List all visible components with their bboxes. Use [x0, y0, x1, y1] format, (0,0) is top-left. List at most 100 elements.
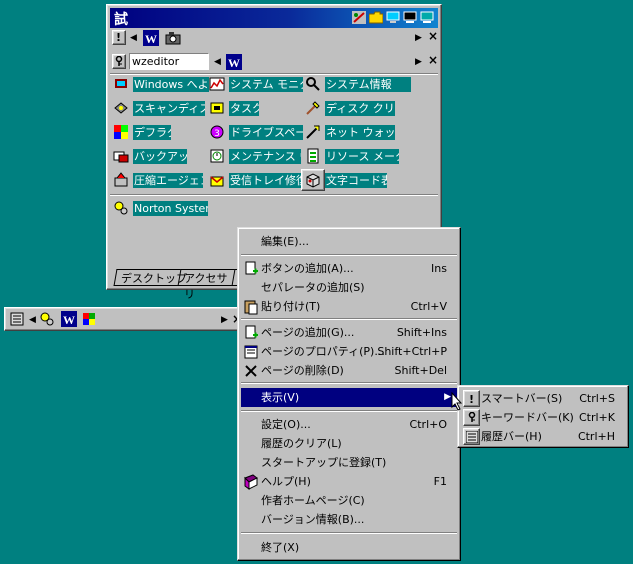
scroll-right-arrow[interactable]: ▶	[415, 56, 422, 68]
launcher-item-label: Norton System Doctor	[133, 201, 208, 216]
menu-label: スマートバー(S)	[481, 392, 563, 405]
scroll-left-arrow[interactable]: ◀	[130, 32, 137, 44]
menu-label: 編集(E)...	[261, 235, 310, 248]
compression-agent-icon	[114, 172, 128, 187]
menu-item-paste[interactable]: 貼り付け(T) Ctrl+V	[241, 297, 457, 316]
backup-icon	[113, 151, 129, 163]
launcher-item-label: リソース メーター	[325, 149, 399, 164]
menu-item-view[interactable]: 表示(V) ▶	[241, 388, 457, 407]
scroll-right-arrow[interactable]: ▶	[221, 314, 228, 326]
menu-item-page-properties[interactable]: ページのプロパティ(P)... Shift+Ctrl+P	[241, 342, 457, 361]
menu-item-exit[interactable]: 終了(X)	[241, 538, 457, 557]
menu-label: 設定(O)...	[261, 418, 311, 431]
launcher-item[interactable]: スキャンディスク	[113, 99, 209, 117]
system-monitor-icon	[209, 77, 225, 91]
launcher-item[interactable]: ディスク クリーンアップ	[305, 99, 401, 117]
launcher-item-label: 圧縮エージェント	[133, 173, 203, 188]
historybar-icon	[463, 428, 480, 445]
launcher-item-label: スキャンディスク	[133, 101, 205, 116]
delete-icon	[245, 365, 257, 377]
keywordbar-icon	[463, 409, 480, 426]
word-icon[interactable]: W	[61, 311, 77, 327]
launcher-item[interactable]: バックアップ	[113, 147, 209, 165]
menu-item-homepage[interactable]: 作者ホームページ(C)	[241, 491, 457, 510]
network-icon[interactable]	[420, 11, 434, 24]
bang-icon: !	[116, 31, 122, 44]
menu-label: ページの削除(D)	[261, 364, 344, 377]
launcher-item-label: ディスク クリーンアップ	[325, 101, 395, 116]
scroll-left-arrow[interactable]: ◀	[29, 314, 36, 326]
launcher-item-label: システム情報	[325, 77, 411, 92]
menu-item-clear-history[interactable]: 履歴のクリア(L)	[241, 434, 457, 453]
launcher-item[interactable]: 3 ドライブスペース	[209, 123, 305, 141]
submenu-item-smartbar[interactable]: ! スマートバー(S) Ctrl+S	[461, 389, 625, 408]
menu-shortcut: Ctrl+K	[578, 411, 615, 424]
launcher-item[interactable]: 受信トレイ修復ツール	[209, 171, 305, 189]
resource-meter-icon	[307, 148, 319, 164]
submenu-item-historybar[interactable]: 履歴バー(H) Ctrl+H	[461, 427, 625, 446]
launcher-item-label: Windows へようこそ	[133, 77, 209, 92]
launcher-item[interactable]: デフラグ	[113, 123, 209, 141]
menu-separator	[241, 254, 457, 256]
mini-toolbar: ◀ W ▶ ×	[4, 307, 242, 331]
menu-item-add-page[interactable]: ページの追加(G)... Shift+Ins	[241, 323, 457, 342]
launcher-item[interactable]: タスク	[209, 99, 305, 117]
keyword-input[interactable]: wzeditor	[129, 53, 209, 70]
menu-label: 履歴のクリア(L)	[261, 437, 342, 450]
menu-item-startup[interactable]: スタートアップに登録(T)	[241, 453, 457, 472]
launcher-item[interactable]: リソース メーター	[305, 147, 401, 165]
launcher-item[interactable]: システム モニタ	[209, 75, 305, 93]
menu-item-edit[interactable]: 編集(E)...	[241, 232, 457, 251]
launcher-item[interactable]: 圧縮エージェント	[113, 171, 209, 189]
view-submenu: ! スマートバー(S) Ctrl+S キーワードバー(K) Ctrl+K 履歴バー(…	[457, 385, 629, 448]
menu-label: 作者ホームページ(C)	[261, 494, 365, 507]
history-icon[interactable]	[9, 311, 25, 327]
welcome-icon	[115, 79, 127, 88]
windows-icon[interactable]	[81, 311, 97, 327]
menu-separator	[241, 382, 457, 384]
launcher-item[interactable]: Windows へようこそ	[113, 75, 209, 93]
launcher-item[interactable]: Norton System Doctor	[113, 199, 209, 217]
inbox-repair-icon	[210, 176, 224, 187]
folder-icon[interactable]	[369, 11, 383, 24]
menu-item-delete-page[interactable]: ページの削除(D) Shift+Del	[241, 361, 457, 380]
close-icon[interactable]: ×	[428, 29, 438, 43]
close-icon[interactable]: ×	[428, 53, 438, 67]
menu-item-add-separator[interactable]: セパレータの追加(S)	[241, 278, 457, 297]
drivespace-icon: 3	[210, 125, 224, 139]
menu-label: ボタンの追加(A)...	[261, 262, 354, 275]
scroll-right-arrow[interactable]: ▶	[415, 32, 422, 44]
menu-label: 表示(V)	[261, 391, 300, 404]
word-icon[interactable]: W	[143, 30, 159, 46]
menu-shortcut: F1	[433, 475, 447, 488]
launcher-item[interactable]: 文字コード表	[305, 171, 401, 189]
launcher-item[interactable]: ネット ウォッチャ	[305, 123, 401, 141]
word-icon[interactable]: W	[226, 54, 242, 70]
menu-shortcut: Ctrl+H	[577, 430, 615, 443]
launcher-item[interactable]: システム情報	[305, 75, 411, 93]
menu-item-settings[interactable]: 設定(O)... Ctrl+O	[241, 415, 457, 434]
tool-icon[interactable]	[352, 11, 366, 24]
computer-icon[interactable]	[403, 11, 417, 24]
menu-shortcut: Shift+Ins	[396, 326, 447, 339]
title-bar[interactable]: 試	[110, 8, 438, 28]
menu-item-help[interactable]: ヘルプ(H) F1	[241, 472, 457, 491]
launcher-item-label: メンテナンス ウィザード	[229, 149, 301, 164]
launcher-item-label: ネット ウォッチャ	[325, 125, 395, 140]
scroll-left-arrow[interactable]: ◀	[214, 56, 221, 68]
launcher-item[interactable]: メンテナンス ウィザード	[209, 147, 305, 165]
menu-label: キーワードバー(K)	[481, 411, 574, 424]
norton-icon	[114, 201, 128, 215]
monitor-icon[interactable]	[386, 11, 400, 24]
help-book-icon	[244, 474, 258, 490]
submenu-item-keywordbar[interactable]: キーワードバー(K) Ctrl+K	[461, 408, 625, 427]
menu-shortcut: Shift+Ctrl+P	[377, 345, 447, 358]
menu-item-version[interactable]: バージョン情報(B)...	[241, 510, 457, 529]
settings-icon[interactable]	[39, 311, 55, 327]
menu-item-add-button[interactable]: ボタンの追加(A)... Ins	[241, 259, 457, 278]
menu-separator	[241, 318, 457, 320]
smartbar-row: ! ◀ W ▶ ×	[110, 28, 438, 48]
scandisk-icon	[114, 102, 128, 114]
menu-shortcut: Ctrl+V	[410, 300, 447, 313]
camera-icon[interactable]	[165, 30, 181, 46]
